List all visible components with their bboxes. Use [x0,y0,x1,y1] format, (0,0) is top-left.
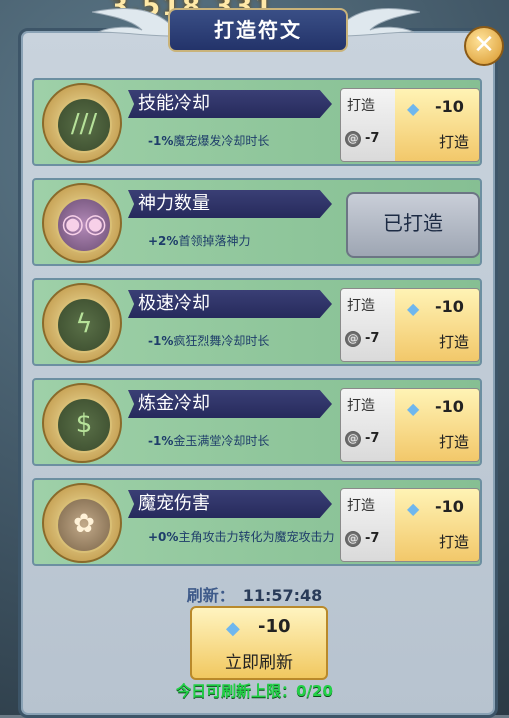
rune-effect: -1%疯狂烈舞冷却时长 [148,332,348,350]
rune-name: 炼金冷却 [128,390,332,418]
rune-row-skill-cooldown: /// 技能冷却 -1%魔宠爆发冷却时长 打造 @ -7 ◆ -10 打造 [32,78,482,166]
forge-label: 打造 [347,398,375,414]
rune-effect-text: 首领掉落神力 [178,234,251,248]
orb-rune-icon: ◉◉ [56,197,112,253]
diamond-icon: ◆ [407,99,420,118]
rune-effect: +0%主角攻击力转化为魔宠攻击力 [148,528,348,546]
rune-effect-text: 主角攻击力转化为魔宠攻击力 [178,530,335,544]
rune-effect: +2%首领掉落神力 [148,232,348,250]
refresh-label: 刷新： [186,586,235,605]
forge-label: 打造 [439,333,470,351]
forge-label: 打造 [347,498,375,514]
forge-with-coins-button[interactable]: 打造 @ -7 [341,289,395,361]
rune-effect-text: 魔宠爆发冷却时长 [173,134,270,148]
right-wing-ornament [340,8,420,37]
forge-label: 打造 [439,133,470,151]
daily-refresh-limit: 今日可刷新上限：0/20 [176,682,333,700]
refresh-now-button[interactable]: ◆ -10 立即刷新 [190,606,328,680]
rune-effect-value: +2% [148,234,179,248]
rune-name: 魔宠伤害 [128,490,332,518]
forge-with-gems-button[interactable]: ◆ -10 打造 [395,389,479,461]
rune-effect: -1%魔宠爆发冷却时长 [148,132,348,150]
left-wing-ornament [92,8,172,37]
close-button[interactable]: ✕ [464,26,504,66]
rune-name: 极速冷却 [128,290,332,318]
rune-emblem: ✿ [42,483,122,563]
claw-rune-icon: /// [56,97,112,153]
rune-emblem: ϟ [42,283,122,363]
rune-emblem: $ [42,383,122,463]
coin-cost: -7 [365,531,380,546]
spiral-coin-icon: @ [345,331,361,347]
refresh-gem-cost: -10 [258,616,291,637]
forge-label: 打造 [347,298,375,314]
rune-name: 技能冷却 [128,90,332,118]
rune-effect: -1%金玉满堂冷却时长 [148,432,348,450]
forge-label: 打造 [347,98,375,114]
forge-options: 打造 @ -7 ◆ -10 打造 [340,388,480,462]
beast-rune-icon: ✿ [56,497,112,553]
refresh-timer: 刷新： 11:57:48 [0,582,509,606]
rune-row-alchemy-cooldown: $ 炼金冷却 -1%金玉满堂冷却时长 打造 @ -7 ◆ -10 打造 [32,378,482,466]
rune-name: 神力数量 [128,190,332,218]
rune-row-pet-damage: ✿ 魔宠伤害 +0%主角攻击力转化为魔宠攻击力 打造 @ -7 ◆ -10 打造 [32,478,482,566]
coin-cost: -7 [365,131,380,146]
spiral-coin-icon: @ [345,431,361,447]
forge-with-gems-button[interactable]: ◆ -10 打造 [395,89,479,161]
rune-effect-value: +0% [148,530,179,544]
forge-label: 打造 [439,533,470,551]
diamond-icon: ◆ [226,618,240,639]
forge-options: 打造 @ -7 ◆ -10 打造 [340,488,480,562]
forge-options: 打造 @ -7 ◆ -10 打造 [340,288,480,362]
rune-effect-value: -1% [148,434,174,448]
rune-effect-text: 疯狂烈舞冷却时长 [173,334,270,348]
diamond-icon: ◆ [407,299,420,318]
rune-effect-value: -1% [148,134,174,148]
dialog-title: 打造符文 [168,8,348,52]
forge-with-coins-button[interactable]: 打造 @ -7 [341,389,395,461]
coin-cost: -7 [365,331,380,346]
coin-cost: -7 [365,431,380,446]
alchemy-rune-icon: $ [56,397,112,453]
forge-with-gems-button[interactable]: ◆ -10 打造 [395,489,479,561]
rune-emblem: ◉◉ [42,183,122,263]
rune-row-speed-cooldown: ϟ 极速冷却 -1%疯狂烈舞冷却时长 打造 @ -7 ◆ -10 打造 [32,278,482,366]
diamond-icon: ◆ [407,499,420,518]
forge-with-coins-button[interactable]: 打造 @ -7 [341,89,395,161]
already-forged-badge: 已打造 [346,192,480,258]
forge-options: 打造 @ -7 ◆ -10 打造 [340,88,480,162]
gem-cost: -10 [435,397,464,416]
spiral-coin-icon: @ [345,131,361,147]
diamond-icon: ◆ [407,399,420,418]
rune-effect-text: 金玉满堂冷却时长 [173,434,270,448]
refresh-now-label: 立即刷新 [225,653,293,673]
forge-with-coins-button[interactable]: 打造 @ -7 [341,489,395,561]
gem-cost: -10 [435,497,464,516]
gem-cost: -10 [435,97,464,116]
refresh-countdown: 11:57:48 [242,586,323,605]
forge-with-gems-button[interactable]: ◆ -10 打造 [395,289,479,361]
rune-effect-value: -1% [148,334,174,348]
gem-cost: -10 [435,297,464,316]
rune-emblem: /// [42,83,122,163]
forge-label: 打造 [439,433,470,451]
speed-rune-icon: ϟ [56,297,112,353]
spiral-coin-icon: @ [345,531,361,547]
rune-row-divine-power: ◉◉ 神力数量 +2%首领掉落神力 已打造 [32,178,482,266]
